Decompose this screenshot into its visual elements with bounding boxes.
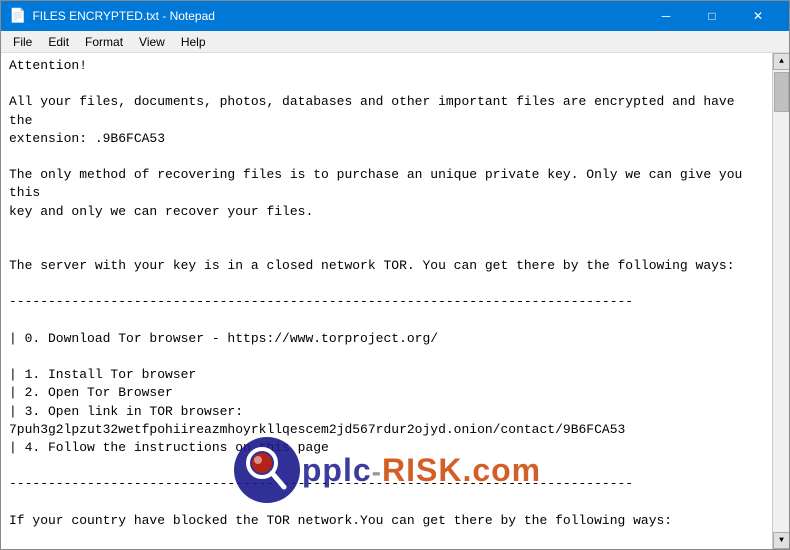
menu-help[interactable]: Help <box>173 33 214 51</box>
window-title: FILES ENCRYPTED.txt - Notepad <box>32 9 643 23</box>
window-controls: ─ □ ✕ <box>643 1 781 31</box>
scrollbar-track[interactable] <box>773 70 789 532</box>
content-area: Attention! All your files, documents, ph… <box>1 53 789 549</box>
notepad-window: 📄 FILES ENCRYPTED.txt - Notepad ─ □ ✕ Fi… <box>0 0 790 550</box>
menu-file[interactable]: File <box>5 33 40 51</box>
menu-format[interactable]: Format <box>77 33 131 51</box>
maximize-button[interactable]: □ <box>689 1 735 31</box>
title-bar: 📄 FILES ENCRYPTED.txt - Notepad ─ □ ✕ <box>1 1 789 31</box>
scrollbar-thumb[interactable] <box>774 72 789 112</box>
scroll-down-button[interactable]: ▼ <box>773 532 789 549</box>
scrollbar[interactable]: ▲ ▼ <box>772 53 789 549</box>
text-content[interactable]: Attention! All your files, documents, ph… <box>1 53 772 549</box>
scroll-up-button[interactable]: ▲ <box>773 53 789 70</box>
close-button[interactable]: ✕ <box>735 1 781 31</box>
notepad-icon: 📄 <box>9 8 26 25</box>
menu-bar: File Edit Format View Help <box>1 31 789 53</box>
minimize-button[interactable]: ─ <box>643 1 689 31</box>
menu-view[interactable]: View <box>131 33 173 51</box>
menu-edit[interactable]: Edit <box>40 33 77 51</box>
